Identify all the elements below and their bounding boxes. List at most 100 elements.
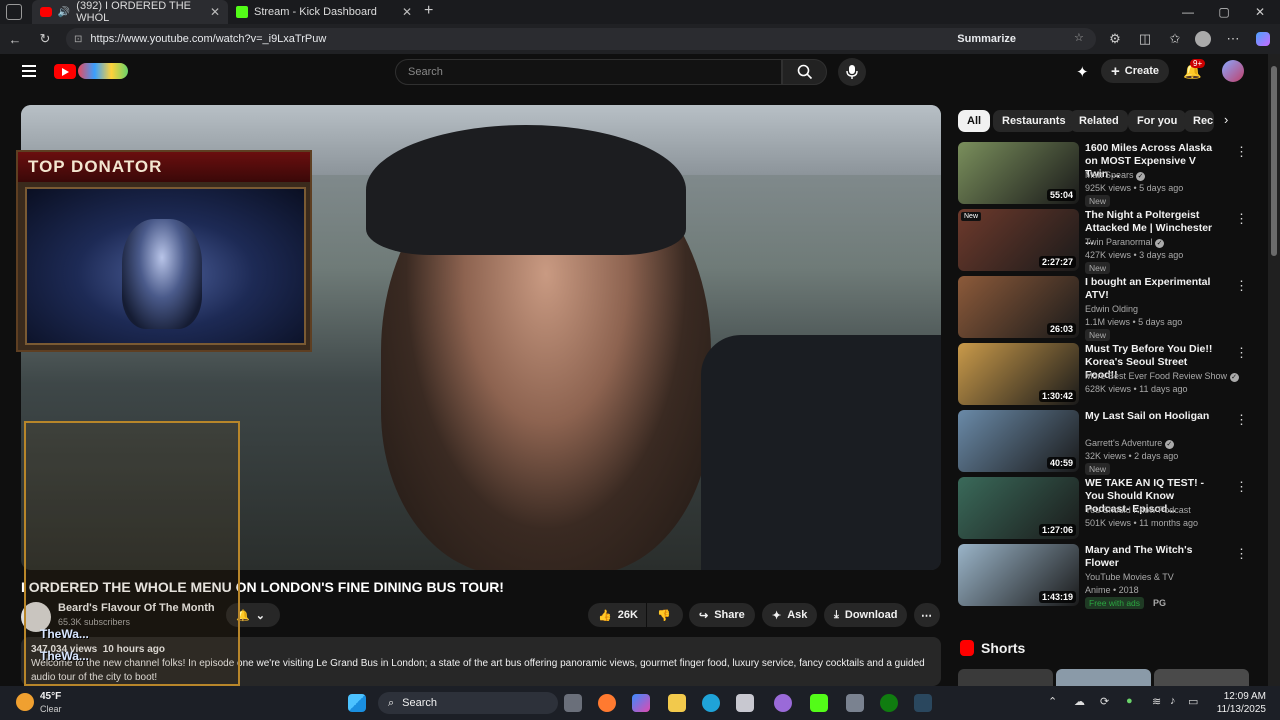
speaker-icon[interactable]: 🔊	[58, 7, 70, 18]
more-options-icon[interactable]: ⋮	[1235, 144, 1248, 160]
voice-search-button[interactable]	[838, 58, 866, 86]
recommendation-item[interactable]: 1:27:06 WE TAKE AN IQ TEST! -You Should K…	[958, 477, 1258, 539]
copilot-icon[interactable]	[1252, 28, 1274, 50]
recommendation-channel[interactable]: You Should Know Podcast	[1085, 504, 1191, 517]
youtube-logo-icon[interactable]	[54, 64, 76, 79]
copilot-app-icon[interactable]	[632, 694, 650, 712]
more-options-icon[interactable]: ⋮	[1235, 479, 1248, 495]
tab-actions-icon[interactable]	[6, 4, 22, 20]
profile-avatar[interactable]	[1192, 28, 1214, 50]
recommendation-item[interactable]: 1:30:42 Must Try Before You Die!! Korea's…	[958, 343, 1258, 405]
steam-icon[interactable]	[914, 694, 932, 712]
app-icon[interactable]	[846, 694, 864, 712]
task-view-icon[interactable]	[564, 694, 582, 712]
favorites-icon[interactable]: ✩	[1164, 28, 1186, 50]
close-icon[interactable]: ✕	[210, 5, 220, 19]
chevron-right-icon[interactable]: ›	[1224, 112, 1228, 127]
video-thumbnail[interactable]: 1:27:06	[958, 477, 1079, 539]
chip-related[interactable]: Related	[1070, 110, 1128, 132]
recommendation-channel[interactable]: YouTube Movies & TV	[1085, 571, 1174, 584]
chip-for-you[interactable]: For you	[1128, 110, 1187, 132]
more-options-icon[interactable]: ⋮	[1235, 211, 1248, 227]
page-scrollbar[interactable]	[1268, 54, 1280, 686]
address-bar[interactable]: ⊡ https://www.youtube.com/watch?v=_i9Lxa…	[66, 28, 1096, 50]
recommendation-item[interactable]: 1:43:19 Mary and The Witch's Flower YouTub…	[958, 544, 1258, 609]
recommendation-channel[interactable]: Matt Spears ✓	[1085, 169, 1146, 182]
obs-icon[interactable]	[774, 694, 792, 712]
refresh-icon[interactable]: ↻	[34, 28, 56, 50]
onedrive-icon[interactable]: ☁	[1074, 695, 1085, 708]
doodle-logo-icon[interactable]	[78, 63, 128, 79]
wifi-icon[interactable]: ≋	[1152, 695, 1161, 708]
site-info-icon[interactable]: ⊡	[74, 34, 82, 45]
split-screen-icon[interactable]: ◫	[1134, 28, 1156, 50]
download-button[interactable]: ⤓ Download	[824, 603, 908, 627]
recommendation-title[interactable]: Mary and The Witch's Flower	[1085, 544, 1220, 570]
ask-button[interactable]: ✦ Ask	[762, 603, 818, 627]
chip-restaurants[interactable]: Restaurants	[993, 110, 1075, 132]
scrollbar-thumb[interactable]	[1271, 66, 1277, 256]
menu-more-icon[interactable]: ⋯	[1222, 28, 1244, 50]
more-options-icon[interactable]: ⋮	[1235, 546, 1248, 562]
share-button[interactable]: ↪ Share	[689, 603, 755, 627]
close-icon[interactable]: ✕	[402, 5, 412, 19]
recommendation-title[interactable]: My Last Sail on Hooligan	[1085, 410, 1220, 423]
xbox-icon[interactable]	[880, 694, 898, 712]
weather-temp[interactable]: 45°F	[40, 691, 61, 702]
video-thumbnail[interactable]: 1:30:42	[958, 343, 1079, 405]
chip-recent[interactable]: Rec	[1184, 110, 1214, 132]
sync-icon[interactable]: ⟳	[1100, 695, 1109, 708]
recommendation-channel[interactable]: Edwin Olding	[1085, 303, 1138, 316]
taskbar-search[interactable]: ⌕ Search	[378, 692, 558, 714]
more-options-icon[interactable]: ⋮	[1235, 278, 1248, 294]
recommendation-item[interactable]: 26:03 I bought an Experimental ATV! Edwin …	[958, 276, 1258, 341]
sparkle-icon[interactable]: ✦	[1076, 63, 1089, 81]
recommendation-title[interactable]: I bought an Experimental ATV!	[1085, 276, 1220, 302]
minimize-icon[interactable]: —	[1170, 0, 1206, 24]
short-thumbnail[interactable]	[958, 669, 1053, 686]
video-thumbnail[interactable]: 26:03	[958, 276, 1079, 338]
more-options-icon[interactable]: ⋮	[1235, 412, 1248, 428]
video-thumbnail[interactable]: 40:59	[958, 410, 1079, 472]
favorite-star-icon[interactable]: ☆	[1074, 31, 1084, 44]
back-icon[interactable]: ←	[4, 28, 26, 50]
windows-start-icon[interactable]	[348, 694, 366, 712]
dislike-button[interactable]: 👎	[647, 603, 683, 627]
recommendation-channel[interactable]: Garrett's Adventure ✓	[1085, 437, 1174, 450]
new-tab-icon[interactable]: +	[424, 2, 433, 20]
account-avatar[interactable]	[1222, 60, 1244, 82]
battery-icon[interactable]: ▭	[1188, 695, 1198, 708]
video-thumbnail[interactable]: 55:04	[958, 142, 1079, 204]
maximize-icon[interactable]: ▢	[1206, 0, 1242, 24]
kick-app-icon[interactable]	[810, 694, 828, 712]
video-thumbnail[interactable]: New 2:27:27	[958, 209, 1079, 271]
short-thumbnail[interactable]	[1154, 669, 1249, 686]
recommendation-item[interactable]: 40:59 My Last Sail on Hooligan Garrett's A…	[958, 410, 1258, 475]
tab-kick-dashboard[interactable]: Stream - Kick Dashboard ✕	[228, 0, 420, 24]
recommendation-item[interactable]: 55:04 1600 Miles Across Alaska on MOST Ex…	[958, 142, 1258, 207]
tab-youtube[interactable]: 🔊 (392) I ORDERED THE WHOL ✕	[32, 0, 228, 24]
chip-all[interactable]: All	[958, 110, 991, 132]
summarize-button[interactable]: Summarize	[957, 33, 1016, 45]
more-options-icon[interactable]: ⋮	[1235, 345, 1248, 361]
microphone-icon[interactable]: ●	[1126, 695, 1133, 707]
create-button[interactable]: + Create	[1101, 59, 1169, 83]
recommendation-channel[interactable]: Twin Paranormal ✓	[1085, 236, 1165, 249]
show-hidden-icons[interactable]: ⌃	[1048, 695, 1057, 708]
extensions-icon[interactable]: ⚙	[1104, 28, 1126, 50]
file-explorer-icon[interactable]	[668, 694, 686, 712]
snipping-tool-icon[interactable]	[736, 694, 754, 712]
clock-time[interactable]: 12:09 AM	[1206, 691, 1266, 702]
volume-icon[interactable]: ♪	[1170, 695, 1176, 707]
hamburger-menu-icon[interactable]	[22, 65, 36, 77]
like-button[interactable]: 👍 26K	[588, 603, 646, 627]
search-input[interactable]: Search	[395, 59, 782, 85]
short-thumbnail[interactable]	[1056, 669, 1151, 686]
clock-date[interactable]: 11/13/2025	[1206, 704, 1266, 715]
recommendation-item[interactable]: New 2:27:27 The Night a Poltergeist Attack…	[958, 209, 1258, 274]
search-button[interactable]	[782, 59, 827, 85]
recommendation-channel[interactable]: More Best Ever Food Review Show ✓	[1085, 370, 1239, 383]
weather-moon-icon[interactable]	[16, 693, 34, 711]
close-window-icon[interactable]: ✕	[1242, 0, 1278, 24]
video-thumbnail[interactable]: 1:43:19	[958, 544, 1079, 606]
